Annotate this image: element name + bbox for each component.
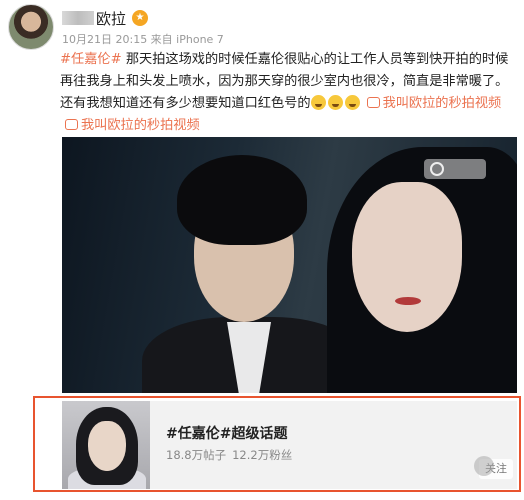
laugh-cry-emoji-icon xyxy=(344,95,360,110)
wechat-watermark-icon xyxy=(474,456,494,476)
laugh-cry-emoji-icon xyxy=(310,95,326,110)
highlight-box xyxy=(33,396,521,492)
author-name[interactable]: 欧拉 xyxy=(96,8,126,29)
hashtag-link[interactable]: #任嘉伦# xyxy=(60,52,122,67)
video-figure xyxy=(395,297,421,305)
video-link[interactable]: 我叫欧拉的秒拍视频 xyxy=(81,118,200,133)
name-blur xyxy=(62,11,94,25)
author-row: 欧拉 ★ xyxy=(62,8,149,29)
post-meta: 10月21日 20:15 来自 iPhone 7 xyxy=(62,33,224,46)
fan-badge-icon: ★ xyxy=(132,10,149,26)
avatar[interactable] xyxy=(8,4,54,50)
video-figure xyxy=(352,182,462,332)
post-header: 欧拉 ★ 10月21日 20:15 来自 iPhone 7 xyxy=(0,0,524,56)
video-thumbnail[interactable] xyxy=(62,137,517,393)
video-link[interactable]: 我叫欧拉的秒拍视频 xyxy=(383,96,502,111)
laugh-cry-emoji-icon xyxy=(327,95,343,110)
video-figure xyxy=(177,155,307,245)
video-link-icon xyxy=(65,119,78,130)
video-link-icon xyxy=(366,97,380,108)
watermark-icon xyxy=(430,162,444,176)
post-body: #任嘉伦# 那天拍这场戏的时候任嘉伦很贴心的让工作人员等到快开拍的时候再往我身上… xyxy=(60,49,520,137)
